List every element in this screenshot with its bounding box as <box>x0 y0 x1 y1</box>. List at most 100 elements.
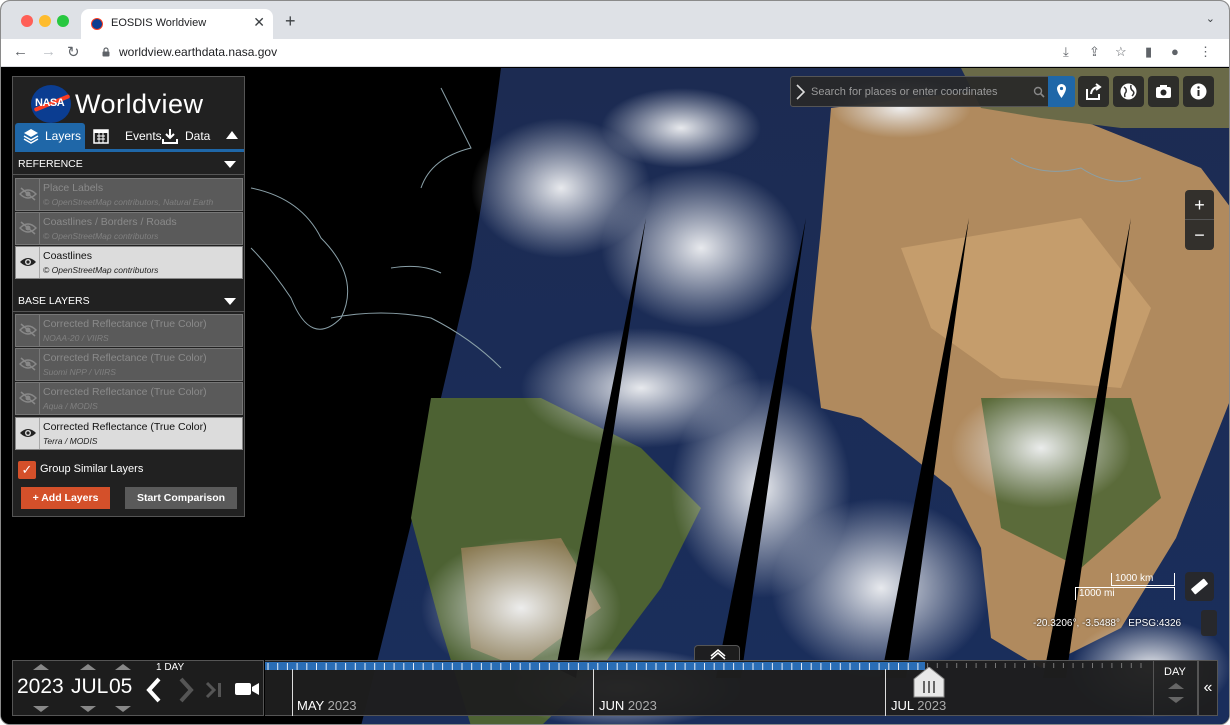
zoom-level-up-icon[interactable] <box>1168 683 1184 689</box>
base-layers-section-header[interactable]: BASE LAYERS <box>13 290 244 312</box>
layer-title: Corrected Reflectance (True Color) <box>43 421 207 433</box>
month-down-arrow-icon[interactable] <box>80 706 96 712</box>
coordinates-format-toggle[interactable] <box>1201 610 1217 636</box>
browser-tab-bar: EOSDIS Worldview ✕ + ⌄ <box>1 1 1229 39</box>
camera-icon <box>1156 85 1171 98</box>
visibility-toggle[interactable] <box>16 383 40 414</box>
group-similar-checkbox[interactable]: ✓ <box>18 461 36 479</box>
info-button[interactable] <box>1183 76 1214 107</box>
location-pin-button[interactable] <box>1048 76 1075 107</box>
timeline-zoom-level[interactable]: DAY <box>1153 660 1198 716</box>
layer-item[interactable]: Corrected Reflectance (True Color) Terra… <box>15 417 243 450</box>
bookmark-star-icon[interactable]: ☆ <box>1115 44 1127 60</box>
day-up-arrow-icon[interactable] <box>115 664 131 670</box>
day-field[interactable]: 05 <box>109 675 132 699</box>
install-app-icon[interactable]: ⤓ <box>1063 44 1069 60</box>
layer-title: Corrected Reflectance (True Color) <box>43 352 207 364</box>
forward-arrow-icon[interactable]: → <box>41 43 56 60</box>
tab-data[interactable]: Data <box>161 123 217 149</box>
sidebar-tabs: Layers Events Data <box>13 123 244 149</box>
layer-item[interactable]: Coastlines © OpenStreetMap contributors <box>15 246 243 279</box>
search-icon[interactable] <box>1033 86 1045 98</box>
layer-title: Coastlines <box>43 250 93 262</box>
tab-events[interactable]: Events <box>89 123 162 149</box>
browser-tab[interactable]: EOSDIS Worldview ✕ <box>81 9 273 39</box>
visibility-toggle[interactable] <box>16 179 40 210</box>
scale-bar-km: 1000 km <box>1111 573 1175 586</box>
maximize-window-button[interactable] <box>57 15 69 27</box>
day-down-arrow-icon[interactable] <box>115 706 131 712</box>
minimize-window-button[interactable] <box>39 15 51 27</box>
browser-toolbar: ← → ↻ worldview.earthdata.nasa.gov ⤓ ⇪ ☆… <box>1 39 1229 67</box>
visibility-toggle[interactable] <box>16 213 40 244</box>
globe-icon <box>1120 83 1137 100</box>
layer-attribution: Aqua / MODIS <box>43 401 98 411</box>
jump-to-today-icon[interactable] <box>203 677 227 703</box>
year-down-arrow-icon[interactable] <box>33 706 49 712</box>
timeline-toggle-button[interactable] <box>694 645 740 660</box>
previous-day-icon[interactable] <box>144 677 164 703</box>
tab-search-chevron-icon[interactable]: ⌄ <box>1206 12 1215 25</box>
timeline-month-label: JUN 2023 <box>599 698 657 713</box>
layer-title: Coastlines / Borders / Roads <box>43 216 177 228</box>
snapshot-button[interactable] <box>1148 76 1179 107</box>
visibility-toggle[interactable] <box>16 315 40 346</box>
eye-slash-icon <box>19 391 37 405</box>
map-pin-icon <box>1057 84 1066 98</box>
collapse-sidebar-button[interactable] <box>226 131 238 139</box>
browser-menu-icon[interactable]: ⋮ <box>1199 44 1212 60</box>
month-field[interactable]: JUL <box>71 675 108 699</box>
layer-attribution: © OpenStreetMap contributors, Natural Ea… <box>43 197 214 207</box>
month-up-arrow-icon[interactable] <box>80 664 96 670</box>
layer-attribution: NOAA-20 / VIIRS <box>43 333 109 343</box>
profile-avatar-icon[interactable]: ● <box>1171 44 1179 59</box>
caret-down-icon <box>224 161 236 168</box>
location-search <box>790 76 1074 107</box>
side-panel-icon[interactable]: ▮ <box>1145 44 1152 60</box>
zoom-level-label: DAY <box>1164 666 1186 678</box>
year-up-arrow-icon[interactable] <box>33 664 49 670</box>
layer-item[interactable]: Corrected Reflectance (True Color) Aqua … <box>15 382 243 415</box>
reference-section-header[interactable]: REFERENCE <box>13 153 244 175</box>
start-comparison-button[interactable]: Start Comparison <box>125 487 237 509</box>
back-arrow-icon[interactable]: ← <box>13 43 28 60</box>
projection-button[interactable] <box>1113 76 1144 107</box>
zoom-in-button[interactable]: + <box>1185 190 1214 220</box>
layer-item[interactable]: Place Labels © OpenStreetMap contributor… <box>15 178 243 211</box>
search-input[interactable] <box>811 83 1031 101</box>
video-camera-icon[interactable] <box>234 680 260 698</box>
layer-item[interactable]: Coastlines / Borders / Roads © OpenStree… <box>15 212 243 245</box>
layer-attribution: © OpenStreetMap contributors <box>43 231 159 241</box>
add-layers-button[interactable]: + Add Layers <box>21 487 110 509</box>
layer-item[interactable]: Corrected Reflectance (True Color) NOAA-… <box>15 314 243 347</box>
zoom-out-button[interactable]: − <box>1185 220 1214 250</box>
share-icon[interactable]: ⇪ <box>1089 44 1100 60</box>
next-day-icon[interactable] <box>176 677 196 703</box>
visibility-toggle[interactable] <box>16 418 40 449</box>
zoom-level-down-icon[interactable] <box>1168 697 1184 703</box>
share-button[interactable] <box>1078 76 1109 107</box>
double-chevron-right-icon[interactable] <box>795 83 809 101</box>
year-field[interactable]: 2023 <box>17 675 64 699</box>
timeline-month-label: JUL 2023 <box>891 698 947 713</box>
eye-icon <box>20 258 36 266</box>
coordinates-readout[interactable]: -20.3206°, -3.5488° EPSG:4326 <box>1033 618 1181 629</box>
tab-close-icon[interactable]: ✕ <box>253 14 265 31</box>
close-window-button[interactable] <box>21 15 33 27</box>
measure-button[interactable] <box>1185 572 1214 601</box>
reload-icon[interactable]: ↻ <box>67 43 80 61</box>
visibility-toggle[interactable] <box>16 349 40 380</box>
layer-item[interactable]: Corrected Reflectance (True Color) Suomi… <box>15 348 243 381</box>
layers-icon <box>23 129 39 144</box>
layer-attribution: Suomi NPP / VIIRS <box>43 367 116 377</box>
visibility-toggle[interactable] <box>16 247 40 278</box>
eye-icon <box>20 429 36 437</box>
tab-layers[interactable]: Layers <box>15 123 85 149</box>
address-bar[interactable]: worldview.earthdata.nasa.gov <box>119 45 277 59</box>
collapse-timeline-button[interactable]: « <box>1198 660 1218 716</box>
ruler-icon <box>1191 578 1208 595</box>
timeline-drag-handle[interactable] <box>910 667 948 699</box>
time-step-label[interactable]: 1 DAY <box>156 662 184 673</box>
new-tab-button[interactable]: + <box>285 11 296 32</box>
timeline-axis[interactable]: MAY 2023 JUN 2023 JUL 2023 <box>265 660 1153 716</box>
